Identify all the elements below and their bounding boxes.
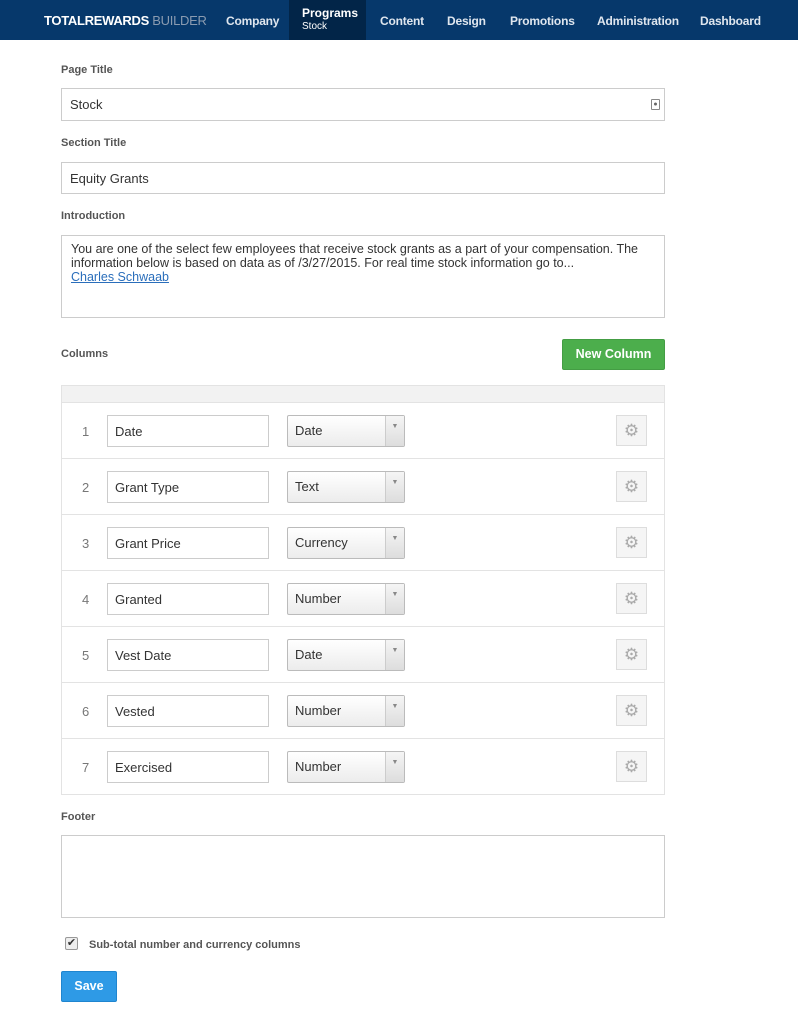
- introduction-textarea[interactable]: You are one of the select few employees …: [61, 235, 665, 318]
- chevron-down-icon: ▼: [385, 696, 404, 726]
- nav-programs-label: Programs: [302, 6, 359, 20]
- column-name-input[interactable]: Vest Date: [107, 639, 269, 671]
- column-type-value: Text: [295, 479, 319, 494]
- nav-programs-sub: Stock: [302, 21, 328, 32]
- column-number: 3: [82, 536, 90, 551]
- footer-textarea[interactable]: [61, 835, 665, 918]
- column-number: 1: [82, 424, 90, 439]
- columns-table: 1 Date Date ▼ ⚙ 2 Grant Type Text ▼ ⚙ 3 Gran…: [61, 385, 665, 795]
- gear-icon[interactable]: ⚙: [616, 527, 647, 558]
- chevron-down-icon: ▼: [385, 472, 404, 502]
- section-title-label: Section Title: [61, 137, 127, 149]
- column-name-input[interactable]: Exercised: [107, 751, 269, 783]
- column-type-value: Date: [295, 647, 323, 662]
- gear-icon[interactable]: ⚙: [616, 751, 647, 782]
- nav-programs[interactable]: Programs Stock: [289, 0, 366, 40]
- column-row: 3 Grant Price Currency ▼ ⚙: [62, 515, 664, 571]
- column-row: 6 Vested Number ▼ ⚙: [62, 683, 664, 739]
- subtotal-label: Sub-total number and currency columns: [89, 939, 301, 951]
- gear-icon[interactable]: ⚙: [616, 415, 647, 446]
- contact-card-icon[interactable]: ●: [651, 99, 660, 110]
- page-title-input[interactable]: Stock ●: [61, 88, 665, 121]
- column-type-select[interactable]: Date ▼: [287, 415, 405, 447]
- brand-logo[interactable]: TOTALREWARDS BUILDER: [44, 13, 207, 28]
- gear-icon[interactable]: ⚙: [616, 695, 647, 726]
- column-name-input[interactable]: Granted: [107, 583, 269, 615]
- chevron-down-icon: ▼: [385, 640, 404, 670]
- chevron-down-icon: ▼: [385, 528, 404, 558]
- column-type-select[interactable]: Number ▼: [287, 751, 405, 783]
- column-number: 6: [82, 704, 90, 719]
- introduction-text: You are one of the select few employees …: [71, 242, 638, 270]
- page-title-label: Page Title: [61, 64, 113, 76]
- gear-icon[interactable]: ⚙: [616, 471, 647, 502]
- nav-promotions[interactable]: Promotions: [510, 14, 575, 28]
- nav-dashboard[interactable]: Dashboard: [700, 14, 761, 28]
- column-number: 2: [82, 480, 90, 495]
- column-type-select[interactable]: Text ▼: [287, 471, 405, 503]
- introduction-label: Introduction: [61, 210, 126, 222]
- column-row: 4 Granted Number ▼ ⚙: [62, 571, 664, 627]
- column-type-select[interactable]: Number ▼: [287, 695, 405, 727]
- column-type-select[interactable]: Number ▼: [287, 583, 405, 615]
- footer-label: Footer: [61, 811, 96, 823]
- charles-schwaab-link[interactable]: Charles Schwaab: [71, 270, 169, 284]
- chevron-down-icon: ▼: [385, 416, 404, 446]
- column-type-value: Number: [295, 703, 342, 718]
- chevron-down-icon: ▼: [385, 584, 404, 614]
- column-row: 2 Grant Type Text ▼ ⚙: [62, 459, 664, 515]
- gear-icon[interactable]: ⚙: [616, 583, 647, 614]
- column-row: 7 Exercised Number ▼ ⚙: [62, 739, 664, 795]
- section-title-input[interactable]: Equity Grants: [61, 162, 665, 194]
- save-button[interactable]: Save: [61, 971, 117, 1002]
- column-type-value: Number: [295, 591, 342, 606]
- top-nav: TOTALREWARDS BUILDER Company Programs Sto…: [0, 0, 798, 40]
- column-row: 1 Date Date ▼ ⚙: [62, 403, 664, 459]
- column-name-input[interactable]: Vested: [107, 695, 269, 727]
- column-type-value: Date: [295, 423, 323, 438]
- nav-design[interactable]: Design: [447, 14, 486, 28]
- column-name-input[interactable]: Date: [107, 415, 269, 447]
- nav-company[interactable]: Company: [226, 14, 279, 28]
- column-type-select[interactable]: Date ▼: [287, 639, 405, 671]
- column-type-select[interactable]: Currency ▼: [287, 527, 405, 559]
- column-number: 4: [82, 592, 90, 607]
- nav-content[interactable]: Content: [380, 14, 424, 28]
- chevron-down-icon: ▼: [385, 752, 404, 782]
- column-row: 5 Vest Date Date ▼ ⚙: [62, 627, 664, 683]
- column-name-input[interactable]: Grant Price: [107, 527, 269, 559]
- column-number: 5: [82, 648, 90, 663]
- column-name-input[interactable]: Grant Type: [107, 471, 269, 503]
- brand-sub: BUILDER: [152, 13, 207, 28]
- column-number: 7: [82, 760, 90, 775]
- nav-administration[interactable]: Administration: [597, 14, 679, 28]
- columns-table-header: [62, 386, 664, 403]
- gear-icon[interactable]: ⚙: [616, 639, 647, 670]
- brand-main: TOTALREWARDS: [44, 13, 149, 28]
- page-title-value: Stock: [70, 97, 103, 112]
- columns-label: Columns: [61, 348, 109, 360]
- new-column-button[interactable]: New Column: [562, 339, 665, 370]
- section-title-value: Equity Grants: [70, 170, 149, 186]
- column-type-value: Number: [295, 759, 342, 774]
- column-type-value: Currency: [295, 535, 348, 550]
- subtotal-checkbox[interactable]: ✔: [65, 937, 78, 950]
